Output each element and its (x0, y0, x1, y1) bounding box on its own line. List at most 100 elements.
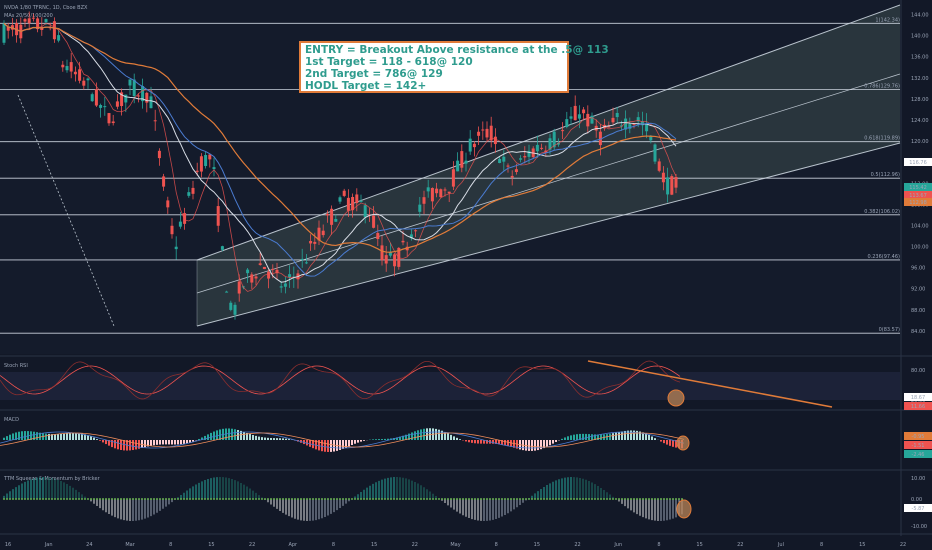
ttm-squeeze-dot (189, 498, 191, 500)
ttm-squeeze-dot (69, 498, 71, 500)
macd-bar (63, 433, 65, 440)
callout-line-entry: ENTRY = Breakout Above resistance at the… (305, 44, 609, 56)
ttm-squeeze-dot (114, 498, 116, 500)
ttm-squeeze-dot (462, 498, 464, 500)
macd-bar (132, 440, 134, 451)
ttm-squeeze-dot (306, 498, 308, 500)
ttm-squeeze-dot (57, 498, 59, 500)
ttm-squeeze-dot (270, 498, 272, 500)
macd-bar (282, 438, 284, 440)
ttm-squeeze-dot (66, 498, 68, 500)
macd-bar (75, 433, 77, 440)
candle-body (174, 246, 178, 250)
macd-bar (417, 430, 419, 440)
ttm-squeeze-dot (603, 498, 605, 500)
time-tick-label: Mar (125, 542, 135, 548)
macd-bar (456, 437, 458, 440)
candle-body (493, 136, 497, 145)
candle-body (31, 17, 35, 19)
ttm-squeeze-dot (525, 498, 527, 500)
ttm-squeeze-dot (81, 498, 83, 500)
candle-body (670, 176, 674, 195)
callout-line-target-2: 2nd Target = 786@ 129 (305, 68, 443, 80)
ttm-squeeze-dot (99, 498, 101, 500)
ttm-squeeze-dot (414, 498, 416, 500)
macd-bar (174, 440, 176, 445)
time-tick-label: 15 (371, 542, 377, 548)
price-tick-label: 140.00 (911, 34, 929, 40)
ttm-squeeze-dot (618, 498, 620, 500)
macd-bar (426, 428, 428, 440)
candle-body (309, 240, 313, 244)
ttm-squeeze-dot (663, 498, 665, 500)
ttm-squeeze-dot (510, 498, 512, 500)
ttm-squeeze-dot (126, 498, 128, 500)
candle-body (300, 258, 304, 260)
ttm-squeeze-dot (366, 498, 368, 500)
ttm-squeeze-dot (168, 498, 170, 500)
ttm-squeeze-dot (138, 498, 140, 500)
ttm-squeeze-dot (669, 498, 671, 500)
candle-body (216, 206, 220, 226)
macd-bar (93, 437, 95, 440)
ttm-squeeze-dot (45, 498, 47, 500)
macd-bar (9, 434, 11, 440)
macd-bar (243, 431, 245, 440)
ttm-squeeze-dot (402, 498, 404, 500)
candle-body (304, 262, 308, 264)
candle-body (535, 144, 539, 152)
ttm-squeeze-dot (75, 498, 77, 500)
macd-bar (285, 438, 287, 440)
ttm-squeeze-dot (465, 498, 467, 500)
ttm-squeeze-dot (159, 498, 161, 500)
ttm-squeeze-dot (555, 498, 557, 500)
time-tick-label: Jun (613, 542, 622, 548)
macd-bar (378, 439, 380, 440)
ttm-squeeze-dot (318, 498, 320, 500)
ttm-squeeze-dot (207, 498, 209, 500)
candle-body (103, 106, 107, 108)
candle-body (346, 197, 350, 211)
macd-bar (570, 435, 572, 440)
ttm-squeeze-dot (492, 498, 494, 500)
ttm-squeeze-dot (480, 498, 482, 500)
macd-bar (381, 439, 383, 440)
macd-bar (438, 429, 440, 440)
candle-body (447, 191, 451, 194)
ttm-squeeze-dot (21, 498, 23, 500)
ttm-squeeze-dot (213, 498, 215, 500)
fib-level-label: 1(142.34) (875, 17, 900, 23)
candle-body (661, 172, 665, 183)
macd-bar (276, 438, 278, 440)
candle-body (540, 147, 544, 149)
macd-bar (621, 431, 623, 440)
macd-bar (531, 440, 533, 451)
time-tick-label: 15 (859, 542, 865, 548)
macd-bar (12, 433, 14, 440)
ttm-squeeze-dot (546, 498, 548, 500)
macd-bar (156, 440, 158, 445)
macd-bar (447, 433, 449, 440)
candle-body (523, 156, 527, 158)
macd-bar (549, 440, 551, 446)
macd-bar (6, 436, 8, 440)
candle-body (418, 204, 422, 212)
ttm-squeeze-dot (672, 498, 674, 500)
ttm-squeeze-dot (60, 498, 62, 500)
ttm-squeeze-dot (612, 498, 614, 500)
candle-body (674, 176, 678, 188)
candle-body (220, 246, 224, 250)
candle-body (23, 19, 27, 22)
ttm-squeeze-dot (534, 498, 536, 500)
ttm-squeeze-dot (84, 498, 86, 500)
ttm-squeeze-dot (357, 498, 359, 500)
ttm-squeeze-dot (12, 498, 14, 500)
macd-bar (585, 433, 587, 440)
ttm-squeeze-dot (183, 498, 185, 500)
macd-bar (324, 440, 326, 452)
ttm-squeeze-dot (132, 498, 134, 500)
macd-bar (471, 440, 473, 443)
ttm-squeeze-dot (177, 498, 179, 500)
moving-averages-header: MAs 20/50/100/200 (4, 13, 53, 19)
candle-body (61, 64, 65, 68)
